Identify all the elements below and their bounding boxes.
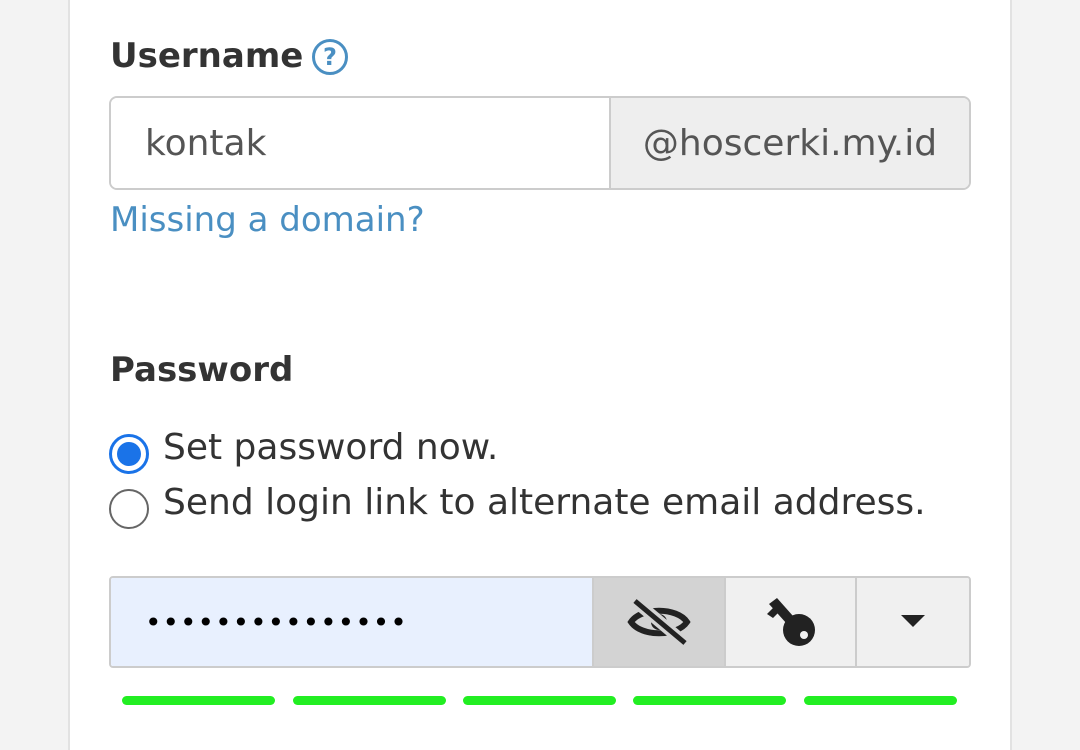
- key-icon: [766, 598, 815, 646]
- username-input[interactable]: [111, 98, 609, 188]
- caret-down-icon: [901, 615, 925, 627]
- missing-domain-link[interactable]: Missing a domain?: [110, 200, 425, 240]
- generate-password-button[interactable]: [724, 578, 855, 666]
- radio-button-send-login-link[interactable]: [109, 489, 149, 529]
- question-circle-icon[interactable]: ?: [312, 39, 348, 75]
- radio-button-set-password[interactable]: [109, 434, 149, 474]
- eye-slash-icon: [627, 597, 691, 647]
- password-input[interactable]: [111, 578, 592, 666]
- toggle-visibility-button[interactable]: [592, 578, 724, 666]
- strength-segment: [122, 696, 275, 705]
- domain-addon: @hoscerki.my.id: [609, 98, 969, 188]
- username-label: Username: [110, 36, 304, 76]
- strength-segment: [293, 696, 446, 705]
- radio-label-send-login-link: Send login link to alternate email addre…: [163, 481, 926, 523]
- radio-set-password-now[interactable]: Set password now.: [109, 420, 498, 474]
- strength-segment: [463, 696, 616, 705]
- password-options-dropdown[interactable]: [855, 578, 969, 666]
- username-input-group: @hoscerki.my.id: [109, 96, 971, 190]
- strength-segment: [633, 696, 786, 705]
- strength-segment: [804, 696, 957, 705]
- password-input-group: [109, 576, 971, 668]
- radio-send-login-link[interactable]: Send login link to alternate email addre…: [109, 475, 926, 529]
- password-label: Password: [110, 350, 294, 390]
- radio-label-set-password: Set password now.: [163, 426, 499, 468]
